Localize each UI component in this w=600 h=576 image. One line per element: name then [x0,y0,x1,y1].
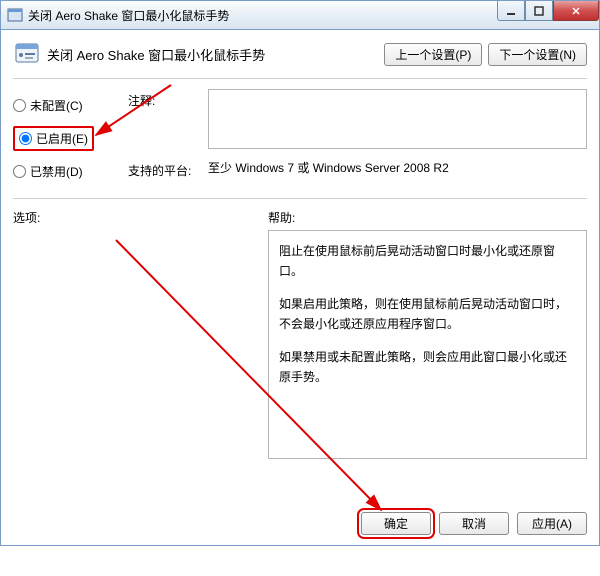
help-p1: 阻止在使用鼠标前后晃动活动窗口时最小化或还原窗口。 [279,241,576,282]
minimize-button[interactable] [497,1,525,21]
radio-disabled[interactable]: 已禁用(D) [13,163,118,180]
title-bar: 关闭 Aero Shake 窗口最小化鼠标手势 [0,0,600,30]
help-label: 帮助: [268,209,587,226]
radio-not-configured-input[interactable] [13,99,26,112]
platform-label: 支持的平台: [128,159,200,179]
separator [13,78,587,79]
options-label: 选项: [13,209,258,226]
radio-enabled[interactable]: 已启用(E) [13,126,94,151]
header-row: 关闭 Aero Shake 窗口最小化鼠标手势 上一个设置(P) 下一个设置(N… [13,40,587,68]
footer-buttons: 确定 取消 应用(A) [361,512,587,535]
help-p2: 如果启用此策略，则在使用鼠标前后晃动活动窗口时，不会最小化或还原应用程序窗口。 [279,294,576,335]
ok-button[interactable]: 确定 [361,512,431,535]
radio-disabled-label: 已禁用(D) [30,163,83,180]
window-title: 关闭 Aero Shake 窗口最小化鼠标手势 [28,7,497,24]
apply-button[interactable]: 应用(A) [517,512,587,535]
prev-setting-button[interactable]: 上一个设置(P) [384,43,482,66]
content-area: 关闭 Aero Shake 窗口最小化鼠标手势 上一个设置(P) 下一个设置(N… [0,30,600,546]
app-icon [7,7,23,23]
maximize-button[interactable] [525,1,553,21]
radio-disabled-input[interactable] [13,165,26,178]
comment-textarea[interactable] [208,89,587,149]
radio-enabled-input[interactable] [19,132,32,145]
separator-2 [13,198,587,199]
radio-not-configured-label: 未配置(C) [30,97,83,114]
help-p3: 如果禁用或未配置此策略，则会应用此窗口最小化或还原手势。 [279,347,576,388]
comment-label: 注释: [128,89,200,149]
help-textbox[interactable]: 阻止在使用鼠标前后晃动活动窗口时最小化或还原窗口。 如果启用此策略，则在使用鼠标… [268,230,587,459]
next-setting-button[interactable]: 下一个设置(N) [488,43,587,66]
cancel-button[interactable]: 取消 [439,512,509,535]
radio-not-configured[interactable]: 未配置(C) [13,97,118,114]
radio-enabled-label: 已启用(E) [36,130,88,147]
policy-icon [13,40,41,68]
close-button[interactable] [553,1,599,21]
header-title: 关闭 Aero Shake 窗口最小化鼠标手势 [47,45,384,64]
platform-value: 至少 Windows 7 或 Windows Server 2008 R2 [208,159,587,179]
window-controls [497,1,599,21]
